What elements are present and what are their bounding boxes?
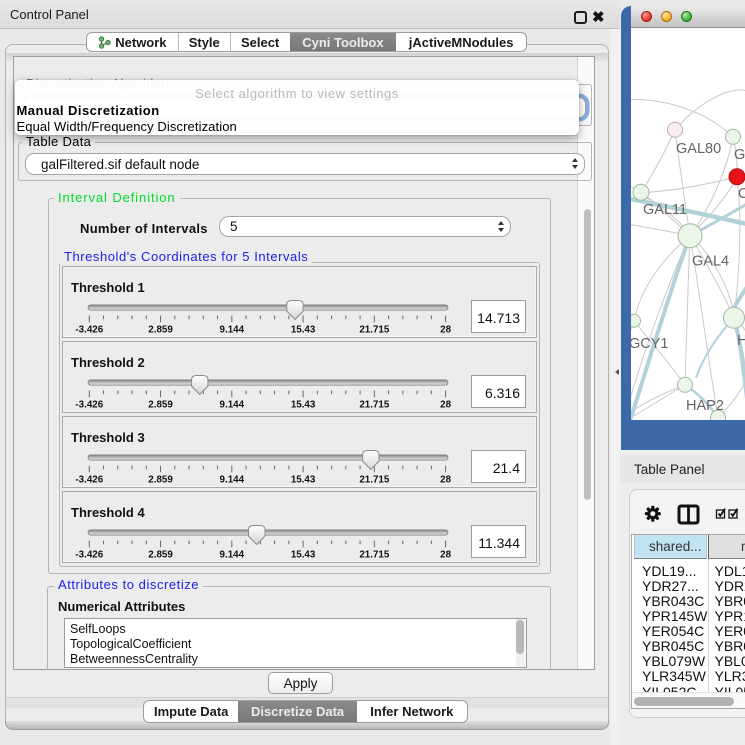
svg-text:GAL11: GAL11 bbox=[643, 201, 687, 217]
svg-text:-3.426: -3.426 bbox=[75, 549, 103, 560]
svg-text:28: 28 bbox=[440, 399, 451, 410]
svg-text:9.144: 9.144 bbox=[220, 399, 245, 410]
svg-text:HAP2: HAP2 bbox=[686, 397, 724, 413]
svg-text:9.144: 9.144 bbox=[220, 549, 245, 560]
svg-text:-3.426: -3.426 bbox=[75, 324, 103, 335]
svg-text:21.715: 21.715 bbox=[359, 474, 390, 485]
svg-text:15.43: 15.43 bbox=[291, 549, 316, 560]
svg-text:-3.426: -3.426 bbox=[75, 474, 103, 485]
svg-text:2.859: 2.859 bbox=[148, 549, 173, 560]
svg-text:2.859: 2.859 bbox=[148, 324, 173, 335]
svg-text:2.859: 2.859 bbox=[148, 399, 173, 410]
svg-text:15.43: 15.43 bbox=[291, 474, 316, 485]
svg-text:GAL80: GAL80 bbox=[676, 140, 721, 156]
svg-text:21.715: 21.715 bbox=[359, 399, 390, 410]
svg-text:15.43: 15.43 bbox=[291, 324, 316, 335]
svg-text:GAL4: GAL4 bbox=[692, 253, 729, 269]
svg-text:GA: GA bbox=[734, 146, 745, 162]
svg-text:9.144: 9.144 bbox=[220, 474, 245, 485]
svg-text:GCY1: GCY1 bbox=[631, 335, 669, 351]
svg-text:CD: CD bbox=[738, 185, 745, 201]
svg-text:21.715: 21.715 bbox=[359, 549, 390, 560]
svg-text:2.859: 2.859 bbox=[148, 474, 173, 485]
svg-text:-3.426: -3.426 bbox=[75, 399, 103, 410]
svg-text:28: 28 bbox=[440, 324, 451, 335]
svg-text:28: 28 bbox=[440, 549, 451, 560]
svg-text:HA: HA bbox=[737, 332, 745, 348]
svg-text:9.144: 9.144 bbox=[220, 324, 245, 335]
svg-text:21.715: 21.715 bbox=[359, 324, 390, 335]
svg-text:28: 28 bbox=[440, 474, 451, 485]
svg-text:15.43: 15.43 bbox=[291, 399, 316, 410]
